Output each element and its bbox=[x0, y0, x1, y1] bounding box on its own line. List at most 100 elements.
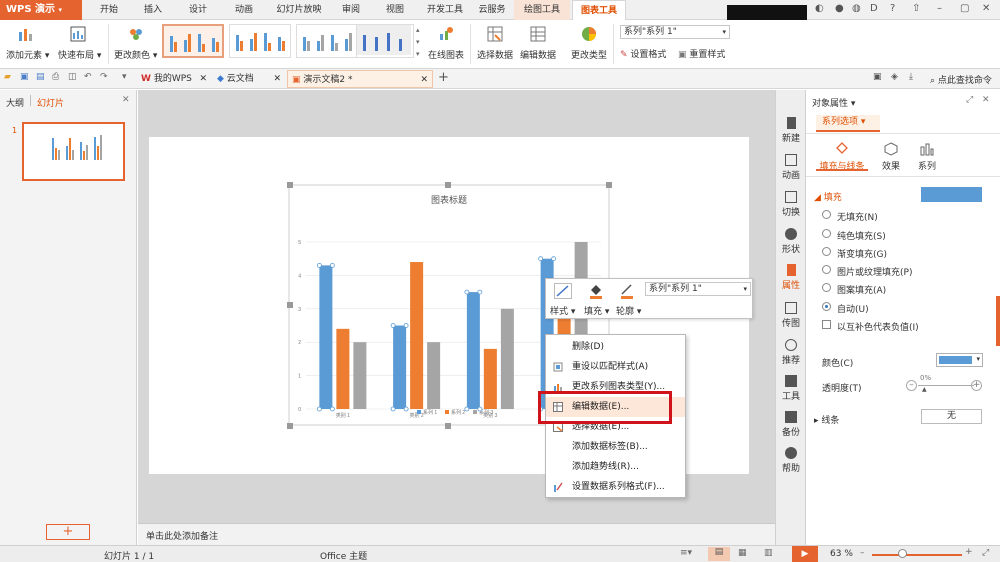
fill-bucket-icon[interactable] bbox=[588, 283, 604, 299]
side-upload-image-button[interactable]: 传图 bbox=[776, 302, 806, 329]
chart-style-1[interactable] bbox=[162, 24, 224, 58]
tab-chart-tools[interactable]: 图表工具 bbox=[572, 0, 626, 20]
side-help-button[interactable]: 帮助 bbox=[776, 447, 806, 474]
outline-pen-icon[interactable] bbox=[619, 283, 635, 299]
bar-series-2-cat-1[interactable] bbox=[336, 328, 350, 409]
tab-view[interactable]: 视图 bbox=[372, 0, 418, 20]
app-menu-button[interactable]: WPS 演示 ▾ bbox=[0, 0, 82, 20]
radio-solid-fill[interactable] bbox=[822, 229, 831, 238]
bar-series-3-cat-3[interactable] bbox=[500, 308, 514, 409]
tab-review[interactable]: 审阅 bbox=[332, 0, 370, 20]
transparency-decrease-button[interactable]: – bbox=[906, 380, 917, 391]
new-tab-icon[interactable]: + bbox=[438, 70, 449, 85]
menu-item-format-series[interactable]: 设置数据系列格式(F)... bbox=[546, 477, 685, 497]
bar-series-3-cat-2[interactable] bbox=[427, 342, 441, 409]
close-pane-icon[interactable]: ✕ bbox=[122, 95, 130, 105]
save-icon[interactable]: ▣ bbox=[20, 72, 29, 82]
menu-item-add-trendline[interactable]: 添加趋势线(R)... bbox=[546, 457, 685, 477]
tab-animation[interactable]: 动画 bbox=[222, 0, 266, 20]
menu-item-change-series-type[interactable]: 更改系列图表类型(Y)... bbox=[546, 377, 685, 397]
share-icon[interactable]: ◍ bbox=[852, 3, 861, 14]
fill-button[interactable]: 填充 ▾ bbox=[584, 304, 609, 317]
align-icon[interactable]: ≡▾ bbox=[680, 548, 692, 558]
zoom-in-icon[interactable]: + bbox=[965, 547, 973, 557]
add-element-button[interactable]: 添加元素 ▾ bbox=[6, 48, 49, 61]
menu-item-add-data-labels[interactable]: 添加数据标签(B)... bbox=[546, 437, 685, 457]
tab-effects[interactable]: 效果 bbox=[876, 142, 906, 172]
fit-window-icon[interactable]: ⤢ bbox=[982, 548, 989, 558]
menu-item-reset-style[interactable]: 重设以匹配样式(A) bbox=[546, 357, 685, 377]
chart-style-3[interactable] bbox=[296, 24, 358, 58]
series-options-dropdown[interactable]: 系列选项 ▾ bbox=[816, 115, 880, 132]
slide-thumbnail[interactable] bbox=[22, 122, 125, 181]
skin-icon[interactable]: ◐ bbox=[815, 3, 824, 14]
dock-icon[interactable]: ⤢ bbox=[966, 95, 973, 105]
side-tools-button[interactable]: 工具 bbox=[776, 375, 806, 402]
add-slide-button[interactable]: + bbox=[46, 524, 90, 540]
doc-tab-presentation[interactable]: ▣ 演示文稿2 * ✕ bbox=[287, 70, 433, 88]
upload-icon[interactable]: ⇧ bbox=[912, 3, 920, 14]
change-type-button[interactable]: 更改类型 bbox=[571, 48, 607, 61]
pane-scroll-handle[interactable] bbox=[996, 296, 1000, 346]
bar-series-1-cat-3[interactable] bbox=[466, 292, 480, 409]
font-icon[interactable]: D bbox=[870, 3, 878, 14]
series-select-dropdown[interactable]: 系列"系列 1" ▾ bbox=[620, 25, 730, 39]
transparency-increase-button[interactable]: + bbox=[971, 380, 982, 391]
bar-series-2-cat-3[interactable] bbox=[483, 348, 497, 409]
doc-tab-mywps[interactable]: W 我的WPS ✕ bbox=[137, 70, 211, 88]
close-pane-icon[interactable]: ✕ bbox=[982, 95, 990, 105]
skin-icon[interactable]: ◈ bbox=[891, 72, 898, 82]
tab-developer[interactable]: 开发工具 bbox=[420, 0, 470, 20]
sorter-view-icon[interactable]: ▦ bbox=[738, 548, 747, 558]
style-button[interactable]: 样式 ▾ bbox=[550, 304, 575, 317]
zoom-out-icon[interactable]: – bbox=[860, 548, 865, 558]
side-recommend-button[interactable]: 推荐 bbox=[776, 339, 806, 366]
monitor-icon[interactable]: ▣ bbox=[873, 72, 882, 82]
maximize-icon[interactable]: ▢ bbox=[960, 3, 969, 14]
menu-item-select-data[interactable]: 选择数据(E)... bbox=[546, 417, 685, 437]
zoom-level[interactable]: 63 % bbox=[830, 549, 853, 559]
line-value-button[interactable]: 无 bbox=[921, 409, 982, 424]
zoom-slider-thumb[interactable] bbox=[898, 549, 907, 558]
collapse-ribbon-icon[interactable]: ⤓ bbox=[909, 72, 913, 82]
set-format-button[interactable]: ✎ 设置格式 bbox=[620, 47, 666, 60]
normal-view-icon[interactable]: ▤ bbox=[708, 547, 730, 561]
invert-negative-checkbox[interactable] bbox=[822, 320, 831, 329]
minimize-icon[interactable]: – bbox=[937, 3, 942, 14]
tab-cloud[interactable]: 云服务 bbox=[472, 0, 512, 20]
radio-auto-fill[interactable] bbox=[822, 302, 831, 311]
help-icon[interactable]: ? bbox=[890, 3, 895, 14]
outline-tab[interactable]: 大纲 bbox=[6, 96, 24, 109]
radio-no-fill[interactable] bbox=[822, 210, 831, 219]
close-icon[interactable]: ✕ bbox=[982, 3, 990, 14]
tab-design[interactable]: 设计 bbox=[176, 0, 220, 20]
slides-tab[interactable]: 幻灯片 bbox=[37, 96, 64, 109]
side-new-button[interactable]: 新建 bbox=[776, 117, 806, 144]
export-icon[interactable]: ▤ bbox=[36, 72, 45, 82]
menu-item-delete[interactable]: 删除(D) bbox=[546, 337, 685, 357]
command-search[interactable]: ⌕ 点此查找命令 bbox=[930, 73, 992, 86]
fill-section-header[interactable]: ◢ 填充 bbox=[814, 190, 842, 203]
tab-home[interactable]: 开始 bbox=[88, 0, 130, 20]
tab-drawing-tools[interactable]: 绘图工具 bbox=[514, 0, 570, 20]
slider-thumb[interactable]: ▲ bbox=[922, 386, 927, 393]
tab-fill-and-line[interactable]: 填充与线条 bbox=[816, 142, 868, 172]
reading-view-icon[interactable]: ▥ bbox=[764, 548, 773, 558]
bar-series-3-cat-1[interactable] bbox=[353, 342, 367, 409]
side-transition-button[interactable]: 切换 bbox=[776, 191, 806, 218]
style-gallery-scroll[interactable]: ▴ ▾ ▾ bbox=[416, 24, 420, 60]
doc-tab-cloud[interactable]: ◆ 云文档 ✕ bbox=[213, 70, 285, 88]
select-data-button[interactable]: 选择数据 bbox=[477, 48, 513, 61]
bar-series-1-cat-1[interactable] bbox=[319, 265, 333, 409]
side-shape-button[interactable]: 形状 bbox=[776, 228, 806, 255]
menu-item-edit-data[interactable]: 编辑数据(E)... bbox=[546, 397, 685, 417]
reset-style-button[interactable]: ▣ 重置样式 bbox=[678, 47, 725, 60]
radio-gradient-fill[interactable] bbox=[822, 247, 831, 256]
side-backup-button[interactable]: 备份 bbox=[776, 411, 806, 438]
notes-area[interactable]: 单击此处添加备注 bbox=[138, 523, 775, 545]
popup-series-dropdown[interactable]: 系列"系列 1" ▾ bbox=[645, 282, 751, 296]
undo-icon[interactable]: ↶ bbox=[84, 72, 92, 82]
bar-series-1-cat-2[interactable] bbox=[393, 325, 407, 410]
play-slideshow-button[interactable]: ▶ bbox=[792, 546, 818, 562]
online-chart-button[interactable]: 在线图表 bbox=[428, 48, 464, 61]
